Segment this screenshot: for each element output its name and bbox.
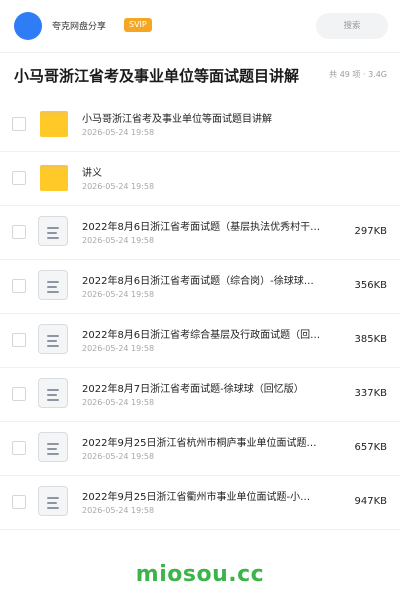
document-icon-line xyxy=(47,227,59,229)
file-name: 2022年9月25日浙江省衢州市事业单位面试题-小… xyxy=(82,492,311,503)
file-date: 2026-05-24 19:58 xyxy=(82,236,155,245)
document-icon-line xyxy=(47,291,59,293)
select-checkbox[interactable] xyxy=(12,117,26,131)
document-icon xyxy=(38,324,70,356)
file-name: 2022年8月6日浙江省考面试题（综合岗）-徐球球… xyxy=(82,276,314,287)
avatar[interactable] xyxy=(14,12,42,40)
select-checkbox[interactable] xyxy=(12,279,26,293)
file-name: 小马哥浙江省考及事业单位等面试题目讲解 xyxy=(82,114,272,125)
document-icon xyxy=(38,432,70,464)
select-checkbox[interactable] xyxy=(12,333,26,347)
file-size: 385KB xyxy=(354,334,387,345)
document-icon-line xyxy=(47,453,59,455)
item-count-meta: 共 49 项 · 3.4G xyxy=(329,70,387,79)
select-checkbox[interactable] xyxy=(12,387,26,401)
document-icon-line xyxy=(47,497,59,499)
svip-badge: SVIP xyxy=(124,18,152,32)
file-row[interactable]: 2022年9月25日浙江省杭州市桐庐事业单位面试题… 2026-05-24 19:… xyxy=(0,422,400,476)
document-icon-line xyxy=(47,394,57,396)
document-icon-body xyxy=(38,216,68,246)
document-icon-line xyxy=(47,232,57,234)
file-size: 337KB xyxy=(354,388,387,399)
document-icon-body xyxy=(38,378,68,408)
document-icon-line xyxy=(47,340,57,342)
document-icon-body xyxy=(38,432,68,462)
document-icon xyxy=(38,270,70,302)
document-icon-line xyxy=(47,237,59,239)
file-date: 2026-05-24 19:58 xyxy=(82,182,155,191)
file-name: 讲义 xyxy=(82,168,102,179)
file-size: 297KB xyxy=(354,226,387,237)
file-list: 小马哥浙江省考及事业单位等面试题目讲解 2026-05-24 19:58 讲义 202… xyxy=(0,98,400,530)
document-icon-line xyxy=(47,389,59,391)
folder-icon-body xyxy=(40,115,68,137)
file-name: 2022年8月6日浙江省考综合基层及行政面试题（回… xyxy=(82,330,321,341)
file-name: 2022年8月7日浙江省考面试题-徐球球（回忆版） xyxy=(82,384,304,395)
file-size: 947KB xyxy=(354,496,387,507)
document-icon-body xyxy=(38,324,68,354)
file-row[interactable]: 2022年9月25日浙江省衢州市事业单位面试题-小… 2026-05-24 19:… xyxy=(0,476,400,530)
document-icon-line xyxy=(47,286,57,288)
file-row[interactable]: 2022年8月6日浙江省考面试题（综合岗）-徐球球… 2026-05-24 19:… xyxy=(0,260,400,314)
document-icon-line xyxy=(47,507,59,509)
top-bar: 夸克网盘分享 SVIP xyxy=(0,0,400,53)
file-row[interactable]: 2022年8月7日浙江省考面试题-徐球球（回忆版） 2026-05-24 19:5… xyxy=(0,368,400,422)
document-icon-line xyxy=(47,345,59,347)
title-row: 小马哥浙江省考及事业单位等面试题目讲解 共 49 项 · 3.4G xyxy=(0,52,400,99)
file-date: 2026-05-24 19:58 xyxy=(82,128,155,137)
document-icon-line xyxy=(47,502,57,504)
file-date: 2026-05-24 19:58 xyxy=(82,290,155,299)
search-input[interactable] xyxy=(316,13,388,39)
file-row[interactable]: 讲义 2026-05-24 19:58 xyxy=(0,152,400,206)
select-checkbox[interactable] xyxy=(12,225,26,239)
share-page: 夸克网盘分享 SVIP 小马哥浙江省考及事业单位等面试题目讲解 共 49 项 ·… xyxy=(0,0,400,600)
file-date: 2026-05-24 19:58 xyxy=(82,344,155,353)
file-row[interactable]: 小马哥浙江省考及事业单位等面试题目讲解 2026-05-24 19:58 xyxy=(0,98,400,152)
document-icon-line xyxy=(47,399,59,401)
document-icon-line xyxy=(47,448,57,450)
file-date: 2026-05-24 19:58 xyxy=(82,452,155,461)
file-name: 2022年9月25日浙江省杭州市桐庐事业单位面试题… xyxy=(82,438,317,449)
brand-name: 夸克网盘分享 xyxy=(52,22,107,32)
file-size: 356KB xyxy=(354,280,387,291)
select-checkbox[interactable] xyxy=(12,171,26,185)
folder-icon-body xyxy=(40,169,68,191)
document-icon xyxy=(38,486,70,518)
document-icon-body xyxy=(38,270,68,300)
select-checkbox[interactable] xyxy=(12,495,26,509)
folder-icon xyxy=(38,108,70,140)
file-date: 2026-05-24 19:58 xyxy=(82,506,155,515)
file-row[interactable]: 2022年8月6日浙江省考面试题（基层执法优秀村干… 2026-05-24 19:… xyxy=(0,206,400,260)
document-icon xyxy=(38,216,70,248)
document-icon xyxy=(38,378,70,410)
document-icon-line xyxy=(47,281,59,283)
file-date: 2026-05-24 19:58 xyxy=(82,398,155,407)
file-name: 2022年8月6日浙江省考面试题（基层执法优秀村干… xyxy=(82,222,321,233)
file-row[interactable]: 2022年8月6日浙江省考综合基层及行政面试题（回… 2026-05-24 19:… xyxy=(0,314,400,368)
file-size: 657KB xyxy=(354,442,387,453)
page-title: 小马哥浙江省考及事业单位等面试题目讲解 xyxy=(14,67,300,85)
document-icon-line xyxy=(47,335,59,337)
folder-icon xyxy=(38,162,70,194)
watermark: miosou.cc xyxy=(135,562,265,587)
document-icon-body xyxy=(38,486,68,516)
document-icon-line xyxy=(47,443,59,445)
select-checkbox[interactable] xyxy=(12,441,26,455)
